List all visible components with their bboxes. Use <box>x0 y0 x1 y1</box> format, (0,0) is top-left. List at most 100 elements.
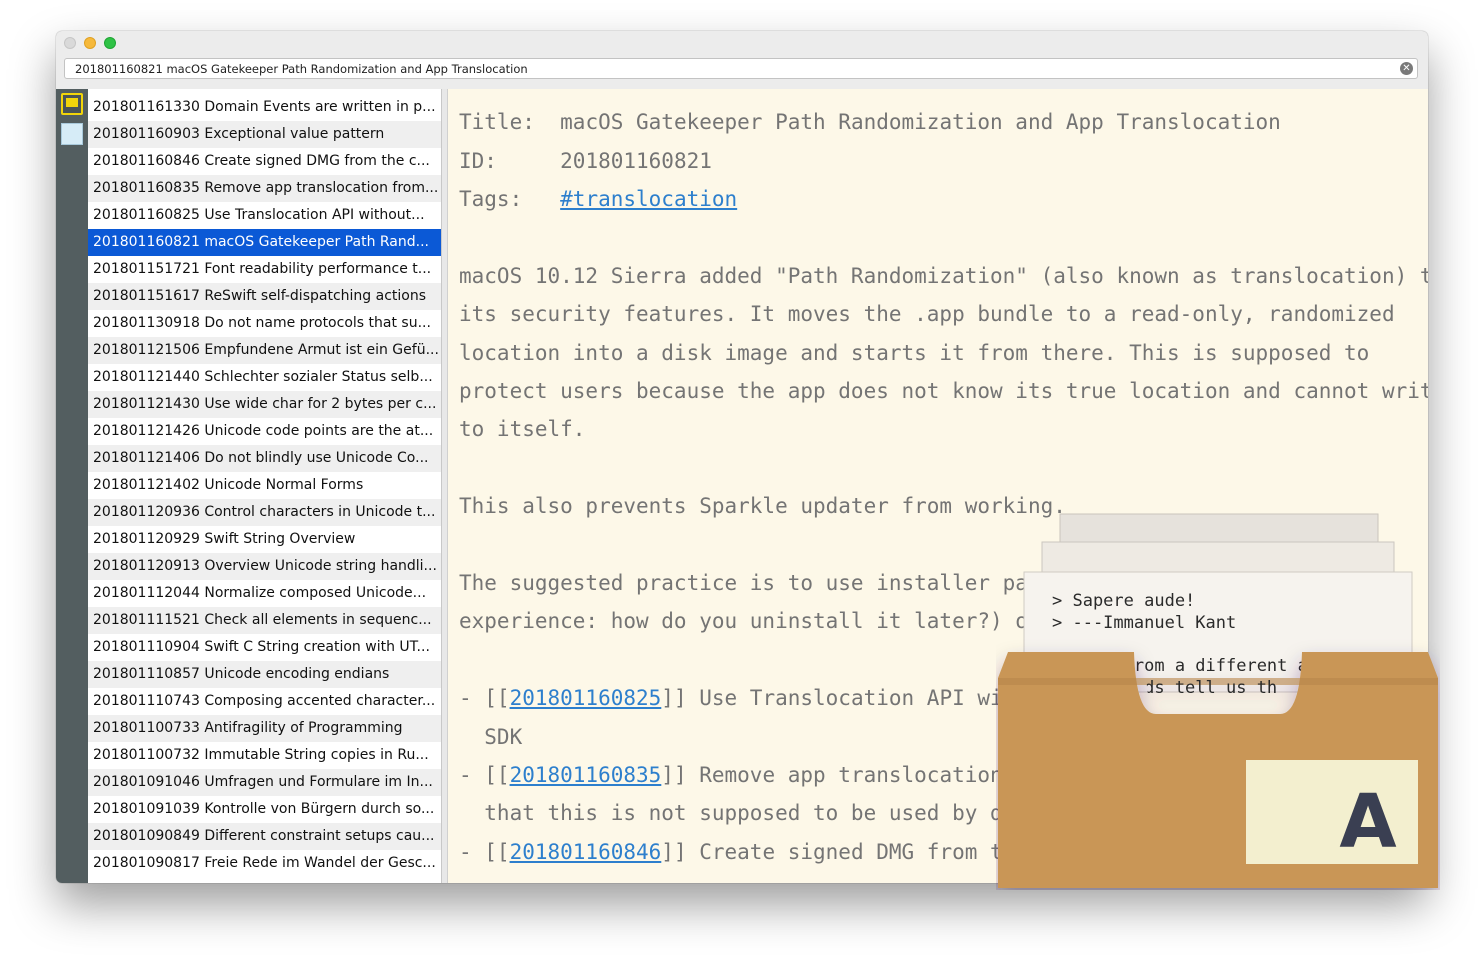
note-list-item[interactable]: 201801121406 Do not blindly use Unicode … <box>88 445 441 472</box>
note-list-item[interactable]: 201801090817 Freie Rede im Wandel der Ge… <box>88 850 441 877</box>
note-list-item-title: Create signed DMG from the c... <box>204 153 430 169</box>
note-list-item-id: 201801100733 <box>93 720 200 736</box>
note-list-item[interactable]: 201801130918 Do not name protocols that … <box>88 310 441 337</box>
note-list-item-id: 201801121426 <box>93 423 200 439</box>
note-list-item-title: Unicode code points are the at... <box>204 423 434 439</box>
note-list-item-id: 201801130918 <box>93 315 200 331</box>
link-list-continuation: that this is not supposed to be used by … <box>459 801 1028 825</box>
note-list-item[interactable]: 201801110904 Swift C String creation wit… <box>88 634 441 661</box>
link-list-item: - [[201801160825]] Use Translocation API… <box>459 683 1028 713</box>
note-list-item-id: 201801160846 <box>93 153 200 169</box>
note-list-item-id: 201801160903 <box>93 126 200 142</box>
note-list-item-id: 201801120929 <box>93 531 200 547</box>
note-list-item[interactable]: 201801151721 Font readability performanc… <box>88 256 441 283</box>
note-id: 201801160821 <box>560 149 712 173</box>
tags-label: Tags: <box>459 187 561 211</box>
note-list-item-id: 201801160821 <box>93 234 200 250</box>
note-list-item-title: Control characters in Unicode t... <box>204 504 436 520</box>
note-list-item-title: Freie Rede im Wandel der Gesc... <box>204 855 436 871</box>
note-list-item[interactable]: 201801111521 Check all elements in seque… <box>88 607 441 634</box>
note-list-item-title: Immutable String copies in Ru... <box>204 747 429 763</box>
note-list-item[interactable]: 201801121430 Use wide char for 2 bytes p… <box>88 391 441 418</box>
tag-link[interactable]: #translocation <box>560 187 737 211</box>
note-list-item[interactable]: 201801100732 Immutable String copies in … <box>88 742 441 769</box>
note-link[interactable]: 201801160825 <box>510 686 662 710</box>
note-link[interactable]: 201801160835 <box>510 763 662 787</box>
title-line: Title: macOS Gatekeeper Path Randomizati… <box>459 107 1281 137</box>
minimize-window-button[interactable] <box>84 37 96 49</box>
note-list-item[interactable]: 201801100733 Antifragility of Programmin… <box>88 715 441 742</box>
tags-line: Tags: #translocation <box>459 184 737 214</box>
note-list-item[interactable]: 201801091039 Kontrolle von Bürgern durch… <box>88 796 441 823</box>
sidebar-gutter <box>56 89 88 883</box>
note-list-item[interactable]: 201801160846 Create signed DMG from the … <box>88 148 441 175</box>
comment-icon[interactable] <box>61 93 83 115</box>
link-list-continuation: SDK <box>459 725 523 749</box>
note-list-item[interactable]: 201801160903 Exceptional value pattern <box>88 121 441 148</box>
link-list-item: - [[201801160846]] Create signed DMG fro… <box>459 837 1028 867</box>
note-list-item-id: 201801090849 <box>93 828 200 844</box>
note-list-item-title: Empfundene Armut ist ein Gefü... <box>204 342 439 358</box>
clear-search-icon[interactable]: ✕ <box>1400 62 1413 75</box>
note-list-item[interactable]: 201801121402 Unicode Normal Forms <box>88 472 441 499</box>
note-list-item[interactable]: 201801121440 Schlechter sozialer Status … <box>88 364 441 391</box>
note-list-item[interactable]: 201801160825 Use Translocation API witho… <box>88 202 441 229</box>
note-list-item[interactable]: 201801110857 Unicode encoding endians <box>88 661 441 688</box>
note-link[interactable]: 201801160846 <box>510 840 662 864</box>
note-list-item-id: 201801121440 <box>93 369 200 385</box>
paragraph-line: macOS 10.12 Sierra added "Path Randomiza… <box>459 264 1428 288</box>
link-suffix: ]] Use Translocation API with <box>661 686 1028 710</box>
zoom-window-button[interactable] <box>104 37 116 49</box>
note-list-item[interactable]: 201801151617 ReSwift self-dispatching ac… <box>88 283 441 310</box>
link-suffix: ]] Remove app translocation f <box>661 763 1028 787</box>
note-list-item[interactable]: 201801121426 Unicode code points are the… <box>88 418 441 445</box>
close-window-button[interactable] <box>64 37 76 49</box>
note-icon[interactable] <box>61 123 83 145</box>
note-list-item-title: Antifragility of Programming <box>204 720 403 736</box>
paragraph-line: to itself. <box>459 417 586 441</box>
card-quote-line: > ---Immanuel Kant <box>1052 613 1236 633</box>
paragraph-line: experience: how do you uninstall it late… <box>459 609 1041 633</box>
id-label: ID: <box>459 149 561 173</box>
note-list-item[interactable]: 201801120936 Control characters in Unico… <box>88 499 441 526</box>
note-list-item-title: Use Translocation API without... <box>204 207 425 223</box>
note-list-item-id: 201801091039 <box>93 801 200 817</box>
paragraph-line: its security features. It moves the .app… <box>459 302 1395 326</box>
link-prefix: - [[ <box>459 686 510 710</box>
note-list-item-id: 201801110743 <box>93 693 200 709</box>
omnibar: ✕ <box>64 58 1418 79</box>
link-suffix: ]] Create signed DMG from the <box>661 840 1028 864</box>
note-list-item-id: 201801160835 <box>93 180 200 196</box>
app-icon: > Sapere aude! > ---Immanuel Kant Viewed… <box>998 513 1438 888</box>
note-list-item-title: Swift String Overview <box>204 531 356 547</box>
note-list-item-id: 201801110857 <box>93 666 200 682</box>
note-list-item[interactable]: 201801110743 Composing accented characte… <box>88 688 441 715</box>
note-list-item[interactable]: 201801112044 Normalize composed Unicode.… <box>88 580 441 607</box>
link-prefix: - [[ <box>459 763 510 787</box>
id-line: ID: 201801160821 <box>459 146 712 176</box>
note-list-item-title: Use wide char for 2 bytes per c... <box>204 396 437 412</box>
note-list-item-title: Do not name protocols that su... <box>204 315 431 331</box>
paragraph-line: protect users because the app does not k… <box>459 379 1428 403</box>
note-list-item[interactable]: 201801160835 Remove app translocation fr… <box>88 175 441 202</box>
note-list-item[interactable]: 201801121506 Empfundene Armut ist ein Ge… <box>88 337 441 364</box>
note-list-item-title: Different constraint setups cau... <box>204 828 435 844</box>
note-list-item[interactable]: 201801090849 Different constraint setups… <box>88 823 441 850</box>
search-input[interactable] <box>75 59 1385 78</box>
note-list-item[interactable]: 201801091046 Umfragen und Formulare im I… <box>88 769 441 796</box>
note-list-item[interactable]: 201801161330 Domain Events are written i… <box>88 94 441 121</box>
note-list: 201801161330 Domain Events are written i… <box>88 89 442 883</box>
note-list-item-selected[interactable]: 201801160821 macOS Gatekeeper Path Rand.… <box>88 229 441 256</box>
note-list-item-id: 201801161330 <box>93 99 200 115</box>
note-list-item-id: 201801091046 <box>93 774 200 790</box>
note-list-item-title: Overview Unicode string handli... <box>204 558 437 574</box>
note-list-item[interactable]: 201801120913 Overview Unicode string han… <box>88 553 441 580</box>
note-list-item[interactable]: 201801120929 Swift String Overview <box>88 526 441 553</box>
title-label: Title: <box>459 110 561 134</box>
note-list-item-id: 201801111521 <box>93 612 200 628</box>
note-list-item-title: Font readability performance t... <box>204 261 432 277</box>
note-list-item-id: 201801120936 <box>93 504 200 520</box>
note-list-item-id: 201801121402 <box>93 477 200 493</box>
note-list-item-id: 201801151721 <box>93 261 200 277</box>
note-list-item-title: macOS Gatekeeper Path Rand... <box>204 234 429 250</box>
